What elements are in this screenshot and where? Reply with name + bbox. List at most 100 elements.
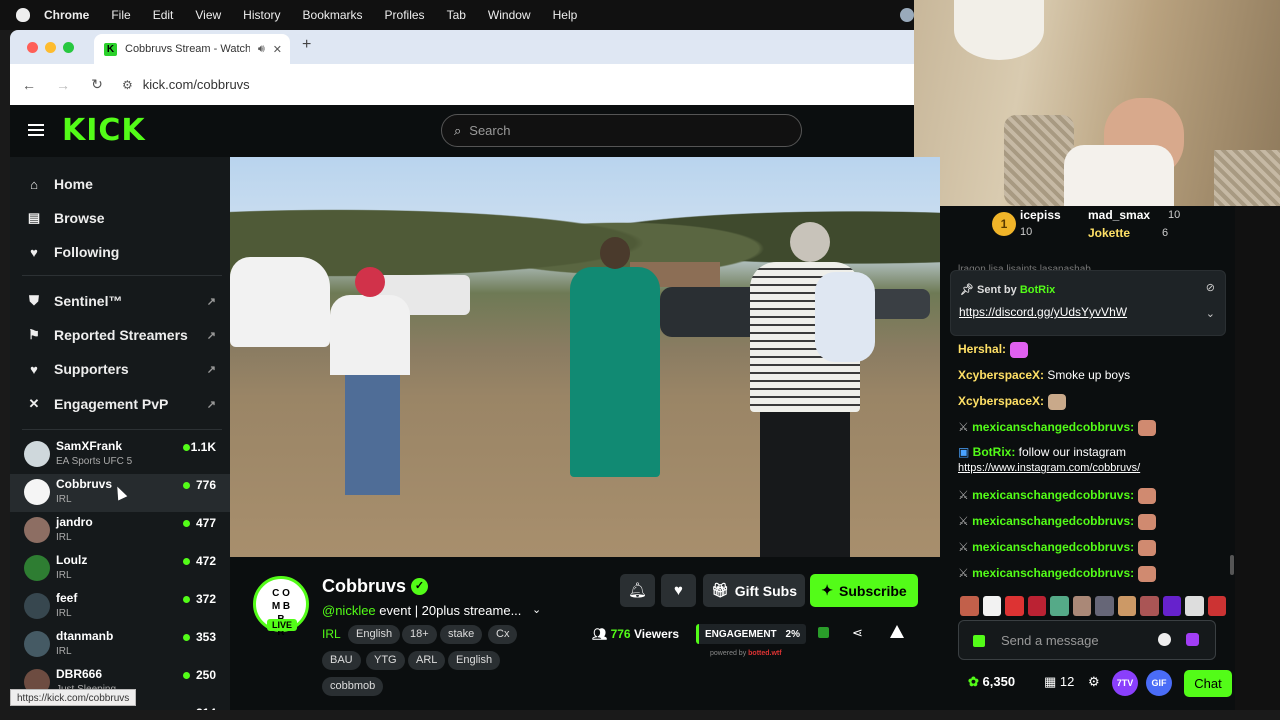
emote-icon[interactable] — [1072, 596, 1091, 616]
sidebar-item-engagement-pvp[interactable]: ✕ Engagement PvP ↗ — [10, 389, 230, 419]
subscribe-button[interactable]: ✦ Subscribe — [810, 574, 918, 607]
leader-name[interactable]: Jokette — [1088, 226, 1130, 240]
tag[interactable]: English — [448, 651, 501, 670]
profile-status-icon[interactable] — [900, 8, 914, 22]
gift-subs-button[interactable]: 🎁︎ Gift Subs — [703, 574, 805, 607]
sidebar-item-supporters[interactable]: ♥ Supporters ↗ — [10, 354, 230, 384]
close-tab-icon[interactable]: ✕ — [273, 43, 282, 56]
category-link[interactable]: IRL — [322, 627, 341, 641]
follow-heart-button[interactable]: ♥ — [661, 574, 696, 607]
site-info-icon[interactable]: ⚙ — [122, 78, 133, 92]
menu-file[interactable]: File — [111, 8, 130, 22]
emote-icon[interactable] — [1117, 596, 1136, 616]
notification-bell-button[interactable]: 🔔︎ — [620, 574, 655, 607]
pinned-link[interactable]: https://discord.gg/yUdsYyvVhW — [959, 305, 1127, 319]
chevron-down-icon[interactable]: ⌄ — [532, 603, 541, 616]
engagement-icon[interactable] — [818, 627, 829, 638]
menu-edit[interactable]: Edit — [153, 8, 174, 22]
new-tab-button[interactable]: + — [302, 36, 311, 54]
sidebar-item-home[interactable]: ⌂ Home — [10, 169, 230, 199]
chevron-down-icon[interactable]: ⌄ — [1206, 307, 1215, 320]
emote-icon[interactable] — [1050, 596, 1069, 616]
gif-button[interactable]: GIF — [1146, 670, 1172, 696]
chat-badge-icon[interactable] — [973, 635, 985, 647]
tag[interactable]: 18+ — [402, 625, 437, 644]
menu-history[interactable]: History — [243, 8, 280, 22]
search-input[interactable]: ⌕ Search — [441, 114, 802, 147]
menu-bookmarks[interactable]: Bookmarks — [303, 8, 363, 22]
emote-icon[interactable] — [1027, 596, 1046, 616]
tag[interactable]: stake — [440, 625, 483, 644]
channel-item[interactable]: jandro IRL 477 — [10, 512, 230, 550]
tag[interactable]: Cx — [488, 625, 518, 644]
share-icon[interactable]: ⋖ — [852, 625, 863, 641]
chat-scrollbar[interactable] — [1230, 555, 1234, 575]
tag[interactable]: BAU — [322, 651, 361, 670]
chat-username[interactable]: XcyberspaceX: — [958, 368, 1044, 382]
emote-icon[interactable] — [1162, 596, 1181, 616]
sub-count[interactable]: ▦ 12 — [1044, 674, 1074, 690]
speaker-icon[interactable]: 🔊︎ — [258, 43, 265, 56]
close-window-icon[interactable] — [27, 42, 38, 53]
minimize-window-icon[interactable] — [45, 42, 56, 53]
chat-username[interactable]: mexicanschangedcobbruvs: — [972, 514, 1134, 528]
bot-name[interactable]: BotRix — [1020, 284, 1055, 296]
report-icon[interactable] — [890, 625, 904, 638]
leader-name[interactable]: mad_smax — [1088, 208, 1150, 222]
emote-icon[interactable] — [1207, 596, 1226, 616]
channel-item[interactable]: SamXFrank EA Sports UFC 5 1.1K — [10, 436, 230, 474]
chat-username[interactable]: mexicanschangedcobbruvs: — [972, 566, 1134, 580]
menu-view[interactable]: View — [195, 8, 221, 22]
channel-item[interactable]: dtanmanb IRL 353 — [10, 626, 230, 664]
emote-icon[interactable] — [960, 596, 979, 616]
streamer-name[interactable]: Cobbruvs — [322, 576, 406, 597]
menu-window[interactable]: Window — [488, 8, 531, 22]
7tv-button[interactable]: 7TV — [1112, 670, 1138, 696]
sidebar-item-reported-streamers[interactable]: ⚑ Reported Streamers ↗ — [10, 320, 230, 350]
mention-link[interactable]: @nicklee — [322, 603, 376, 618]
kick-logo[interactable]: KICK — [62, 113, 146, 148]
forward-icon[interactable]: → — [48, 77, 78, 93]
channel-item[interactable]: feef IRL 372 — [10, 588, 230, 626]
emote-icon[interactable] — [1185, 596, 1204, 616]
engagement-meter[interactable]: ENGAGEMENT 2% — [696, 624, 806, 644]
unpin-icon[interactable]: ⊘ — [1206, 281, 1215, 294]
channel-item[interactable]: Loulz IRL 472 — [10, 550, 230, 588]
chat-username[interactable]: Hershal: — [958, 342, 1006, 356]
leader-name[interactable]: icepiss — [1020, 208, 1061, 222]
chat-username[interactable]: mexicanschangedcobbruvs: — [972, 540, 1134, 554]
reload-icon[interactable]: ↻ — [82, 76, 112, 93]
chat-username[interactable]: BotRix: — [973, 445, 1016, 459]
maximize-window-icon[interactable] — [63, 42, 74, 53]
back-icon[interactable]: ← — [14, 77, 44, 93]
chat-link[interactable]: https://www.instagram.com/cobbruvs/ — [958, 462, 1140, 474]
menu-tab[interactable]: Tab — [447, 8, 466, 22]
chat-username[interactable]: mexicanschangedcobbruvs: — [972, 488, 1134, 502]
gear-icon[interactable]: ⚙ — [1088, 674, 1100, 690]
emote-icon[interactable] — [982, 596, 1001, 616]
sidebar-item-following[interactable]: ♥ Following — [10, 237, 230, 267]
emote-icon[interactable] — [1005, 596, 1024, 616]
hamburger-menu-icon[interactable] — [28, 124, 44, 136]
menu-chrome[interactable]: Chrome — [44, 8, 89, 22]
kick-emote-icon[interactable] — [1186, 633, 1199, 646]
menu-help[interactable]: Help — [553, 8, 578, 22]
tag[interactable]: cobbmob — [322, 677, 384, 696]
video-player[interactable] — [230, 157, 940, 557]
sidebar-item-sentinel[interactable]: ⛊ Sentinel™ ↗ — [10, 286, 230, 316]
channel-points[interactable]: ✿ 6,350 — [968, 674, 1015, 690]
url-field[interactable]: kick.com/cobbruvs — [143, 77, 250, 92]
apple-icon[interactable] — [16, 8, 30, 22]
chat-username[interactable]: mexicanschangedcobbruvs: — [972, 420, 1134, 434]
chat-send-button[interactable]: Chat — [1184, 670, 1232, 697]
emote-icon[interactable] — [1095, 596, 1114, 616]
browser-tab[interactable]: K Cobbruvs Stream - Watch 🔊︎ ✕ — [94, 34, 290, 64]
emote-icon[interactable] — [1140, 596, 1159, 616]
sidebar-item-browse[interactable]: ▤ Browse — [10, 203, 230, 233]
tag[interactable]: ARL — [408, 651, 446, 670]
chat-input[interactable]: Send a message — [958, 620, 1216, 660]
emoji-icon[interactable] — [1158, 633, 1171, 646]
menu-profiles[interactable]: Profiles — [385, 8, 425, 22]
tag[interactable]: English — [348, 625, 401, 644]
tag[interactable]: YTG — [366, 651, 405, 670]
